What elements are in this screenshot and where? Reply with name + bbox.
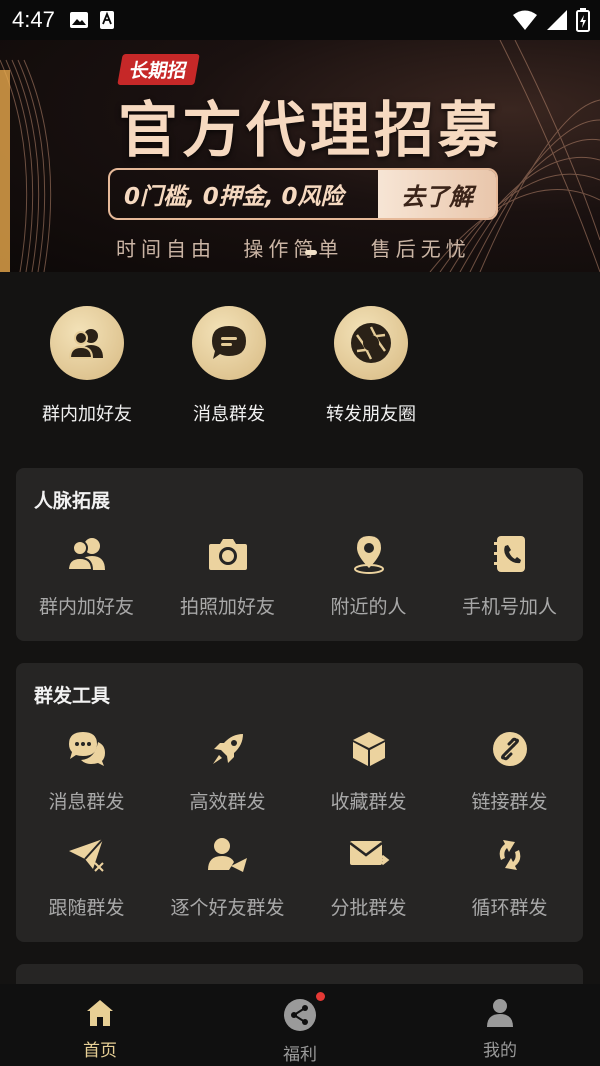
grid-item-phone-add[interactable]: 手机号加人: [439, 534, 580, 619]
grid-item-label: 手机号加人: [461, 596, 557, 618]
grid-item-label: 分批群发: [330, 897, 407, 919]
grid-item-label: 群内加好友: [38, 596, 134, 618]
status-time: 4:47: [12, 7, 55, 32]
grid-item-loop-broadcast[interactable]: 循环群发: [439, 835, 580, 920]
quick-actions: 群内加好友 消息群发 转发朋友圈: [0, 306, 600, 426]
rocket-icon: [212, 734, 243, 764]
grid-item-nearby[interactable]: 附近的人: [298, 534, 439, 619]
paper-plane-shuffle-icon: [68, 838, 104, 872]
camera-shutter-icon: [351, 323, 391, 363]
phone-book-icon: [493, 536, 525, 572]
broadcast-tools-card: 群发工具 消息群发 高效群发 收藏群发 链接群发 跟随群发 逐个好友群发 分批群…: [16, 663, 583, 942]
users-icon: [66, 538, 105, 571]
learn-more-button[interactable]: 去了解: [378, 170, 496, 218]
gallery-icon: [69, 12, 88, 28]
user-send-icon: [207, 838, 247, 872]
quick-action-label: 消息群发: [193, 404, 265, 425]
share-icon: [284, 999, 316, 1031]
network-expansion-card: 人脉拓展 群内加好友 拍照加好友 附近的人 手机号加人: [16, 468, 583, 641]
wifi-icon: [513, 10, 537, 30]
link-icon: [492, 732, 527, 766]
battery-icon: [576, 8, 590, 32]
grid-item-photo-add[interactable]: 拍照加好友: [157, 534, 298, 619]
banner-headline: 官方代理招募: [118, 96, 502, 166]
grid-item-label: 循环群发: [471, 897, 548, 919]
card-title: 人脉拓展: [34, 490, 111, 512]
banner-subtitle: 时间自由 操作简单 售后无忧: [116, 237, 471, 261]
recruitment-banner[interactable]: 长期招 官方代理招募 0门槛, 0押金, 0风险 去了解 时间自由 操作简单 售…: [0, 40, 600, 272]
quick-action-broadcast[interactable]: 消息群发: [154, 306, 304, 426]
grid-item-batch-broadcast[interactable]: 分批群发: [298, 835, 439, 920]
grid-item-label: 拍照加好友: [179, 596, 275, 618]
camera-icon: [208, 539, 247, 570]
tab-welfare[interactable]: 福利: [200, 992, 400, 1065]
mail-forward-icon: [348, 841, 389, 866]
grid-item-link-broadcast[interactable]: 链接群发: [439, 729, 580, 814]
chat-bubble-icon: [212, 326, 246, 359]
tab-label: 我的: [483, 1041, 517, 1061]
location-pin-icon: [353, 536, 384, 574]
quick-action-label: 转发朋友圈: [326, 404, 416, 425]
tab-label: 福利: [283, 1045, 317, 1065]
banner-pill: 0门槛, 0押金, 0风险 去了解: [108, 168, 498, 220]
grid-item-follow-broadcast[interactable]: 跟随群发: [16, 835, 157, 920]
grid-item-label: 消息群发: [48, 791, 125, 813]
quick-action-moments[interactable]: 转发朋友圈: [296, 306, 446, 426]
grid-item-label: 逐个好友群发: [170, 897, 285, 919]
grid-item-label: 附近的人: [330, 596, 407, 618]
grid-item-label: 链接群发: [471, 791, 548, 813]
grid-item-label: 跟随群发: [48, 897, 125, 919]
card-title: 群发工具: [34, 685, 111, 707]
tab-label: 首页: [83, 1041, 117, 1061]
grid-item-group-add[interactable]: 群内加好友: [16, 534, 157, 619]
carousel-indicator: [305, 250, 317, 255]
chat-bubbles-icon: [68, 732, 105, 766]
home-icon: [87, 1000, 113, 1026]
profile-icon: [487, 999, 513, 1027]
bottom-tab-bar: 首页 福利 我的: [0, 984, 600, 1066]
status-bar: 4:47: [0, 0, 600, 40]
notification-badge: [316, 992, 325, 1001]
text-a-icon: [99, 11, 114, 29]
banner-tag: 长期招: [117, 54, 200, 85]
loop-icon: [499, 840, 520, 870]
grid-item-label: 高效群发: [189, 791, 266, 813]
grid-item-message-broadcast[interactable]: 消息群发: [16, 729, 157, 814]
signal-icon: [547, 10, 567, 30]
grid-item-one-by-one-broadcast[interactable]: 逐个好友群发: [157, 835, 298, 920]
quick-action-group-add[interactable]: 群内加好友: [12, 306, 162, 426]
tab-home[interactable]: 首页: [0, 998, 200, 1061]
quick-action-label: 群内加好友: [42, 404, 132, 425]
box-icon: [352, 732, 385, 766]
group-users-icon: [68, 329, 103, 359]
tab-profile[interactable]: 我的: [400, 998, 600, 1061]
grid-item-label: 收藏群发: [330, 791, 407, 813]
grid-item-favorites-broadcast[interactable]: 收藏群发: [298, 729, 439, 814]
banner-pill-text: 0门槛, 0押金, 0风险: [124, 184, 344, 210]
grid-item-efficient-broadcast[interactable]: 高效群发: [157, 729, 298, 814]
